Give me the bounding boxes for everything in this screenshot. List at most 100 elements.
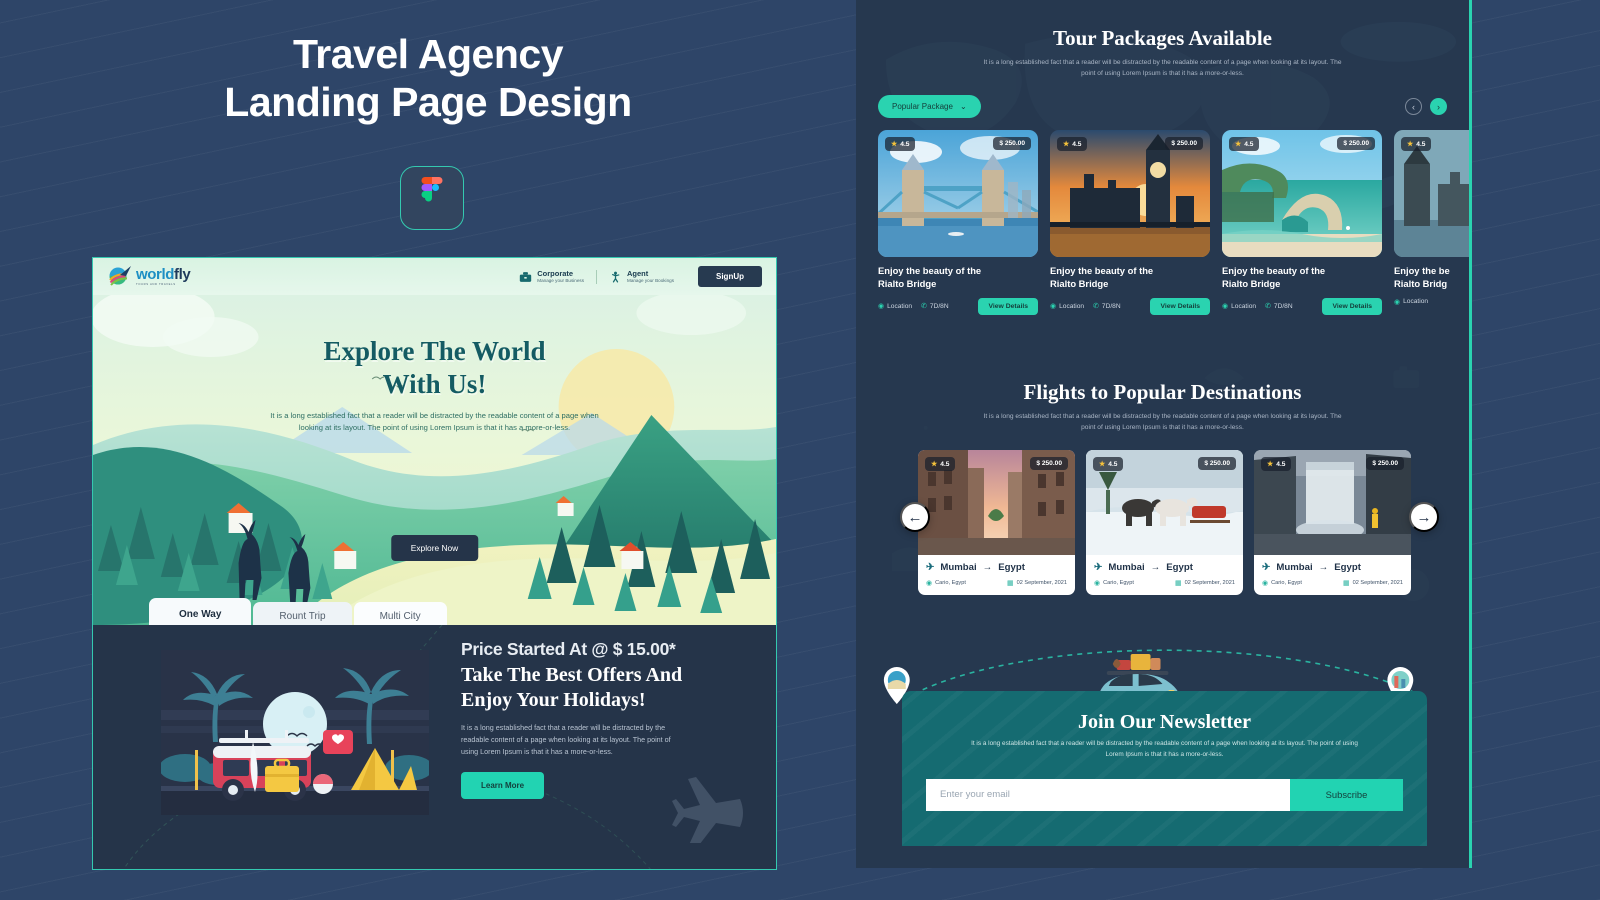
package-duration: ✆ 7D/8N (1093, 302, 1121, 311)
promo-title-line-2: Enjoy Your Holidays! (461, 688, 646, 711)
signup-button[interactable]: SignUp (698, 266, 762, 287)
star-icon: ★ (931, 461, 938, 469)
location-pin-icon: ◉ (926, 580, 933, 588)
package-meta: ◉ Location (1394, 298, 1469, 306)
figma-logo-svg (421, 177, 443, 202)
package-card[interactable]: ★ 4.5 $ 250.00 Enjoy the beauty of the R… (1050, 130, 1210, 315)
promo-title-line-1: Take The Best Offers And (461, 664, 683, 686)
promo-kicker: Price Started At @ $ 15.00* (461, 639, 676, 659)
route-arrow-icon: → (982, 562, 993, 574)
package-title-line-1: Enjoy the beauty of the (1050, 265, 1154, 277)
package-location: ◉ Location (878, 302, 913, 311)
package-location-label: Location (887, 302, 913, 310)
flights-title: Flights to Popular Destinations (1023, 380, 1302, 404)
hero-section: Explore The World With Us! It is a long … (93, 295, 776, 625)
package-card[interactable]: ★ 4.5 Enjoy the be Rialto Bridg ◉ Locati… (1394, 130, 1469, 314)
package-title-line-1: Enjoy the be (1394, 265, 1450, 277)
view-details-button[interactable]: View Details (978, 297, 1038, 315)
package-price-badge: $ 250.00 (993, 137, 1031, 151)
flight-image-waterfall: ★ 4.5 $ 250.00 (1254, 450, 1411, 556)
flight-card[interactable]: ★ 4.5 $ 250.00 ✈ Mumbai → Egypt ◉ Cario,… (1086, 450, 1243, 596)
popular-package-label: Popular Package (892, 102, 953, 112)
flight-origin: Mumbai (1108, 562, 1145, 574)
booking-widget: One Way Rount Trip Multi City From Surat… (149, 598, 724, 625)
location-pin-icon: ◉ (878, 303, 885, 310)
brand-logo[interactable]: worldfly TOURS AND TRAVELS (107, 264, 191, 290)
logo-word-2: fly (174, 266, 191, 284)
packages-carousel[interactable]: ★ 4.5 $ 250.00 Enjoy the beauty of the R… (856, 130, 1469, 315)
airplane-icon (672, 777, 743, 843)
flight-image-snow-sleigh: ★ 4.5 $ 250.00 (1086, 450, 1243, 556)
view-details-button[interactable]: View Details (1150, 297, 1210, 315)
packages-prev-button[interactable]: ‹ (1405, 98, 1422, 116)
packages-subtitle: It is a long established fact that a rea… (983, 59, 1342, 78)
package-rating: 4.5 (900, 140, 910, 148)
left-column: Travel Agency Landing Page Design worldf… (0, 0, 856, 900)
flight-body: ✈ Mumbai → Egypt ◉ Cario, Egypt ▦ 02 Sep… (1254, 555, 1411, 595)
page-title: Travel Agency Landing Page Design (0, 30, 856, 127)
star-icon: ★ (1267, 461, 1274, 469)
flights-carousel[interactable]: ★ 4.5 $ 250.00 ✈ Mumbai → Egypt ◉ Cario,… (856, 450, 1469, 596)
package-rating-badge: ★ 4.5 (885, 137, 916, 152)
tab-one-way[interactable]: One Way (149, 598, 252, 625)
packages-next-button[interactable]: › (1430, 98, 1447, 116)
flight-details: ◉ Cario, Egypt ▦ 02 September, 2021 (926, 579, 1067, 587)
flight-card[interactable]: ★ 4.5 $ 250.00 ✈ Mumbai → Egypt ◉ Cario,… (918, 450, 1075, 596)
flight-rating: 4.5 (1108, 460, 1118, 468)
flight-rating: 4.5 (1276, 460, 1286, 468)
learn-more-button[interactable]: Learn More (461, 771, 545, 799)
package-rating: 4.5 (1072, 140, 1082, 148)
star-icon: ★ (1407, 141, 1414, 149)
package-title: Enjoy the beauty of the Rialto Bridge (1050, 265, 1210, 290)
header-link-corporate[interactable]: Corporate Manage your Business (507, 269, 596, 284)
flights-next-button[interactable]: → (1409, 502, 1439, 532)
tab-round-trip[interactable]: Rount Trip (253, 602, 352, 625)
calendar-icon: ▦ (1342, 580, 1350, 588)
chevron-down-icon: ⌄ (959, 102, 967, 112)
view-details-button[interactable]: View Details (1322, 297, 1382, 315)
calendar-icon: ▦ (1006, 580, 1014, 588)
package-location-label: Location (1231, 302, 1257, 310)
newsletter-subtitle: It is a long established fact that a rea… (971, 740, 1358, 758)
camping-illustration (161, 650, 429, 815)
package-price-badge: $ 250.00 (1337, 137, 1375, 151)
email-field[interactable] (940, 789, 1290, 800)
flight-city-label: Cario, Egypt (935, 580, 966, 587)
star-icon: ★ (1063, 141, 1070, 149)
flights-prev-button[interactable]: ← (900, 502, 930, 532)
agent-person-icon (612, 271, 620, 282)
popular-package-dropdown[interactable]: Popular Package ⌄ (878, 95, 981, 119)
flight-card[interactable]: ★ 4.5 $ 250.00 ✈ Mumbai → Egypt ◉ Cario,… (1254, 450, 1411, 596)
flight-details: ◉ Cario, Egypt ▦ 02 September, 2021 (1094, 579, 1235, 587)
package-meta: ◉ Location ✆ 7D/8N View Details (1222, 297, 1382, 315)
flight-destination: Egypt (1166, 562, 1193, 574)
star-icon: ★ (1235, 141, 1242, 149)
flight-route: ✈ Mumbai → Egypt (1262, 562, 1403, 573)
explore-now-button[interactable]: Explore Now (390, 535, 479, 561)
package-location-label: Location (1059, 302, 1085, 310)
promo-section: Price Started At @ $ 15.00* Take The Bes… (93, 625, 776, 869)
globe-icon (107, 264, 133, 290)
location-pin-icon: ◉ (1394, 298, 1401, 306)
flight-city-label: Cario, Egypt (1271, 580, 1302, 587)
package-title-line-2: Rialto Bridge (878, 277, 937, 289)
calendar-icon: ▦ (1174, 580, 1182, 588)
package-location: ◉ Location (1222, 302, 1257, 311)
flight-price-badge: $ 250.00 (1366, 457, 1404, 471)
package-image-big-ben: ★ 4.5 $ 250.00 (1050, 130, 1210, 258)
flight-rating: 4.5 (940, 460, 950, 468)
package-card[interactable]: ★ 4.5 $ 250.00 Enjoy the beauty of the R… (1222, 130, 1382, 315)
hero-text: Explore The World With Us! It is a long … (93, 335, 776, 434)
package-image-tower-bridge: ★ 4.5 $ 250.00 (878, 130, 1038, 258)
package-rating: 4.5 (1416, 140, 1426, 148)
location-pin-icon: ◉ (1094, 580, 1101, 588)
packages-controls: Popular Package ⌄ ‹ › (856, 95, 1469, 119)
header-link-agent[interactable]: Agent Manage your Bookings (596, 269, 686, 284)
package-card[interactable]: ★ 4.5 $ 250.00 Enjoy the beauty of the R… (878, 130, 1038, 315)
subscribe-button[interactable]: Subscribe (1290, 778, 1403, 811)
tab-multi-city[interactable]: Multi City (353, 602, 447, 625)
clock-icon: ✆ (1265, 303, 1271, 310)
newsletter-title: Join Our Newsletter (1078, 711, 1251, 733)
logo-word-1: world (136, 266, 174, 284)
route-arrow-icon: → (1150, 562, 1161, 574)
